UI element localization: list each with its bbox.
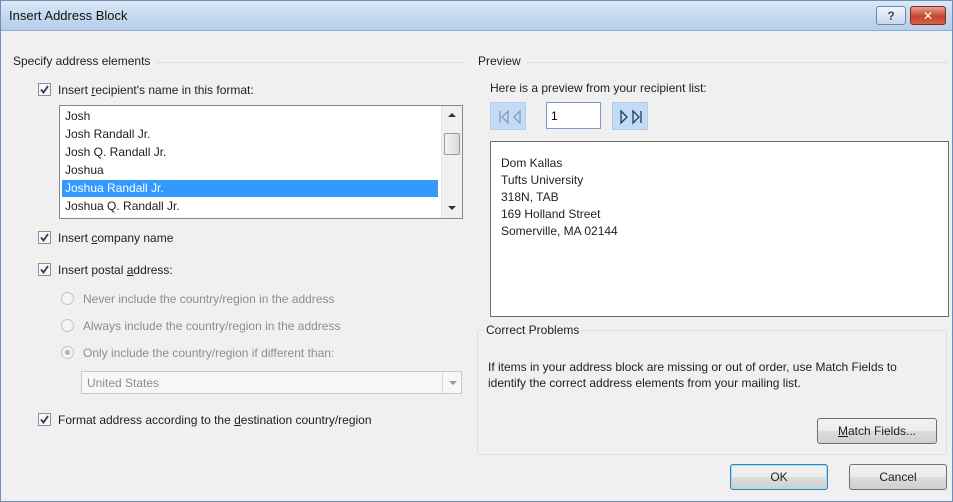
cancel-button[interactable]: Cancel <box>849 464 947 490</box>
correct-problems-title: Correct Problems <box>484 323 582 337</box>
next-last-record-icon <box>620 109 642 125</box>
list-item[interactable]: Joshua Q. Randall Jr. <box>62 198 438 215</box>
checkmark-icon <box>40 233 49 242</box>
insert-address-block-dialog: Insert Address Block ? ✕ Specify address… <box>0 0 953 502</box>
checkmark-icon <box>40 415 49 424</box>
listbox-scrollbar[interactable] <box>441 106 462 218</box>
checkmark-icon <box>40 85 49 94</box>
close-icon: ✕ <box>922 8 934 23</box>
country-select-value: United States <box>87 376 160 390</box>
never-include-country-radio[interactable] <box>61 292 74 305</box>
next-record-button[interactable] <box>612 102 648 130</box>
never-include-country-label: Never include the country/region in the … <box>83 292 335 306</box>
insert-postal-label: Insert postal address: <box>58 263 173 277</box>
record-number-input[interactable] <box>546 102 601 129</box>
scroll-up-icon[interactable] <box>448 113 456 117</box>
insert-recipient-name-label: Insert recipient's name in this format: <box>58 83 254 97</box>
list-item[interactable]: Josh Q. Randall Jr. <box>62 144 438 161</box>
only-if-different-label: Only include the country/region if diffe… <box>83 346 335 360</box>
scroll-down-icon[interactable] <box>448 206 456 210</box>
correct-problems-group: Correct Problems If items in your addres… <box>477 323 947 455</box>
insert-company-checkbox[interactable] <box>38 231 51 244</box>
insert-postal-checkbox[interactable] <box>38 263 51 276</box>
help-icon: ? <box>887 8 895 23</box>
preview-address-line: Somerville, MA 02144 <box>501 224 618 238</box>
preview-address-line: Tufts University <box>501 173 584 187</box>
ok-button[interactable]: OK <box>730 464 828 490</box>
correct-problems-text: If items in your address block are missi… <box>488 360 897 390</box>
insert-company-label: Insert company name <box>58 231 174 245</box>
dialog-title: Insert Address Block <box>9 8 128 23</box>
checkmark-icon <box>40 265 49 274</box>
title-bar: Insert Address Block ? ✕ <box>1 1 952 31</box>
name-format-listbox[interactable]: Josh Josh Randall Jr. Josh Q. Randall Jr… <box>59 105 463 219</box>
help-button[interactable]: ? <box>876 6 906 25</box>
only-if-different-radio[interactable] <box>61 346 74 359</box>
format-destination-label: Format address according to the destinat… <box>58 413 372 427</box>
country-select[interactable]: United States <box>81 371 462 394</box>
always-include-country-label: Always include the country/region in the… <box>83 319 341 333</box>
address-preview-box: Dom Kallas Tufts University 318N, TAB 16… <box>490 141 949 317</box>
always-include-country-radio[interactable] <box>61 319 74 332</box>
first-record-icon <box>499 109 521 125</box>
preview-caption: Here is a preview from your recipient li… <box>490 81 707 95</box>
list-item[interactable]: Josh Randall Jr. <box>62 126 438 143</box>
list-item-selected[interactable]: Joshua Randall Jr. <box>62 180 438 197</box>
first-record-button[interactable] <box>490 102 526 130</box>
preview-address-line: 318N, TAB <box>501 190 559 204</box>
preview-address-line: 169 Holland Street <box>501 207 601 221</box>
scroll-thumb[interactable] <box>444 133 460 155</box>
close-button[interactable]: ✕ <box>910 6 946 25</box>
format-destination-checkbox[interactable] <box>38 413 51 426</box>
list-item[interactable]: Josh <box>62 108 438 125</box>
match-fields-button[interactable]: Match Fields... <box>817 418 937 444</box>
insert-recipient-name-checkbox[interactable] <box>38 83 51 96</box>
preview-address-line: Dom Kallas <box>501 156 563 170</box>
preview-group-label: Preview <box>478 54 527 68</box>
list-item[interactable]: Joshua <box>62 162 438 179</box>
specify-group-label: Specify address elements <box>13 54 157 68</box>
chevron-down-icon[interactable] <box>442 372 461 393</box>
preview-group-divider <box>481 62 947 63</box>
